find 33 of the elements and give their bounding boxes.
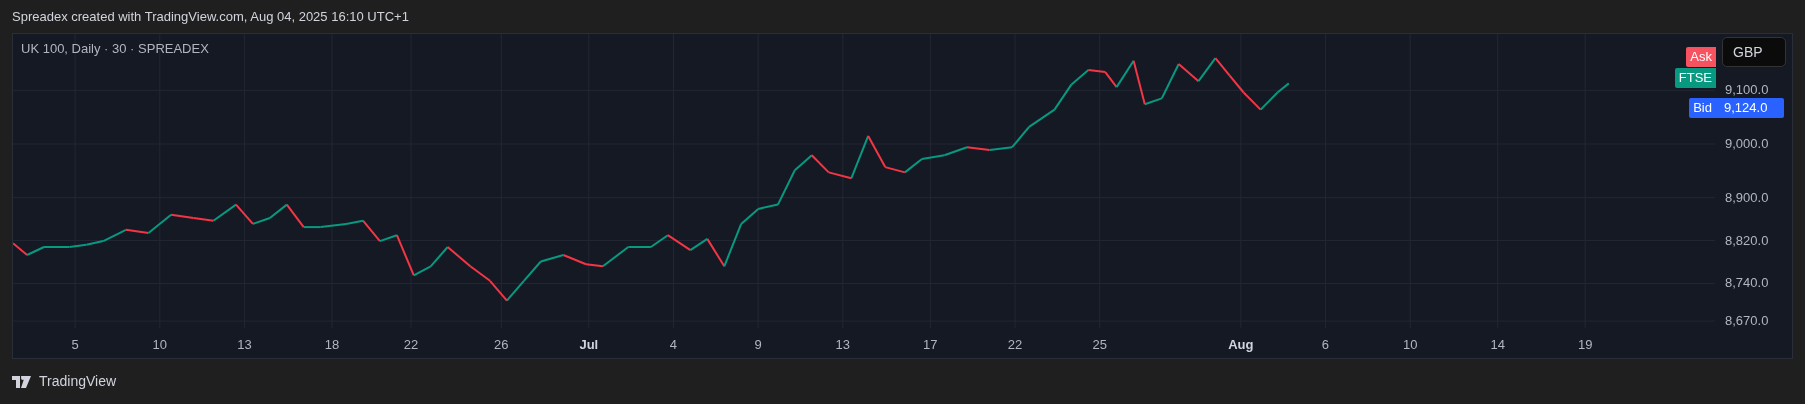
x-axis-label: 22	[1007, 336, 1023, 354]
price-axis-label: 8,820.0	[1725, 233, 1769, 248]
x-axis-label: 22	[403, 336, 419, 354]
x-axis-label: 10	[1402, 336, 1418, 354]
logo-icon	[12, 375, 34, 388]
brand-name: TradingView	[39, 372, 117, 391]
x-axis-label: 26	[494, 336, 509, 354]
x-axis-label: 6	[1321, 336, 1330, 354]
price-axis-label: 9,000.0	[1725, 136, 1769, 151]
price-axis-label: 8,740.0	[1725, 276, 1769, 291]
price-tag: Bid	[1689, 98, 1716, 118]
export-caption: Spreadex created with TradingView.com, Aug 04, 2025 16:10 UTC+1	[12, 7, 409, 26]
price-tag: FTSE	[1674, 68, 1716, 88]
currency-button[interactable]: GBP	[1722, 37, 1786, 67]
x-axis-label: 10	[152, 336, 167, 354]
price-axis-label: 9,100.0	[1725, 83, 1769, 98]
x-axis-label: 4	[669, 336, 678, 354]
x-axis-label: 13	[237, 336, 252, 354]
chart-legend: UK 100, Daily · 30 · SPREADEX	[21, 39, 209, 59]
price-tag: Ask	[1686, 47, 1716, 67]
price-value-tag: 9,124.0	[1716, 98, 1784, 118]
x-axis-label: 18	[324, 336, 340, 354]
x-axis-label: 9	[754, 336, 762, 354]
price-axis-label: 8,900.0	[1725, 190, 1769, 205]
x-axis-label: 25	[1092, 336, 1107, 354]
x-axis-label: 19	[1577, 336, 1593, 354]
x-axis-label: Jul	[579, 336, 599, 354]
x-axis-label: 17	[923, 336, 938, 354]
x-axis-label: Aug	[1228, 336, 1254, 354]
x-axis-label: 14	[1490, 336, 1505, 354]
price-axis-label: 8,670.0	[1725, 314, 1769, 328]
x-axis-label: 13	[835, 336, 851, 354]
x-axis-label: 5	[71, 336, 79, 354]
